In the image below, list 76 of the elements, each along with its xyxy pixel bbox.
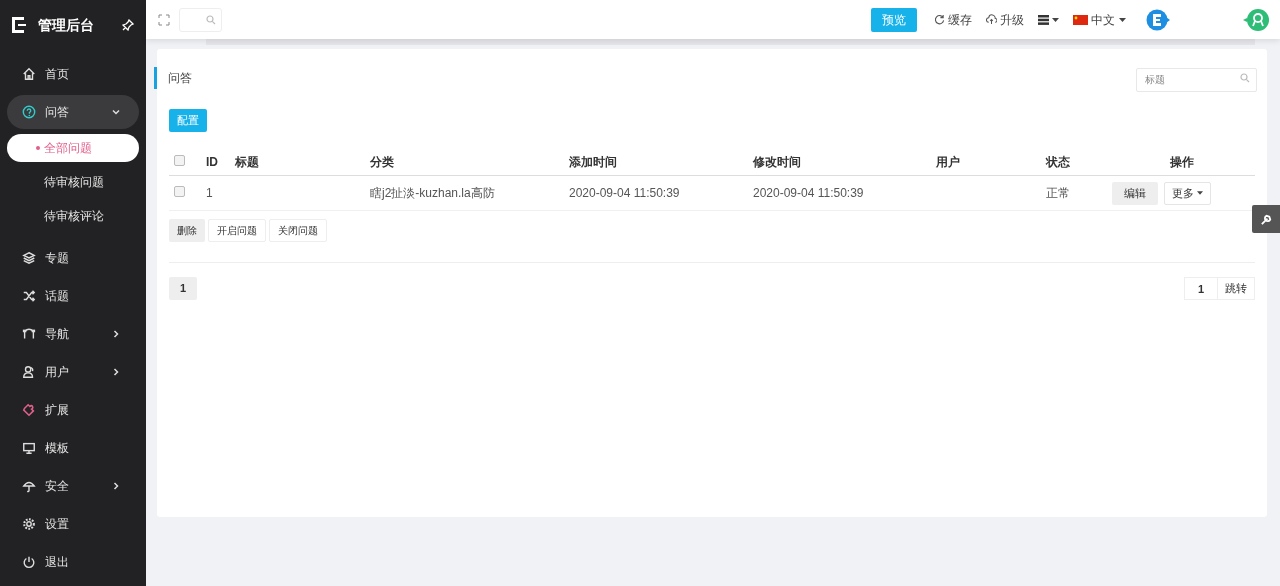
- puzzle-icon: [22, 403, 36, 417]
- layers-icon: [22, 251, 36, 265]
- delete-button[interactable]: 删除: [169, 219, 205, 242]
- refresh-icon: [934, 14, 945, 25]
- column-header: 添加时间: [569, 155, 617, 169]
- home-icon: [22, 67, 36, 81]
- power-icon: [22, 555, 36, 569]
- settings-icon: [22, 517, 36, 531]
- language-button[interactable]: 中文: [1073, 10, 1126, 29]
- badge-icon: [1242, 7, 1270, 32]
- caret-icon: [1052, 17, 1059, 22]
- brand-title: 管理后台: [38, 15, 95, 35]
- search-icon: [206, 14, 216, 25]
- cloud-icon: [986, 14, 997, 25]
- sidebar-item[interactable]: 问答: [7, 95, 139, 129]
- more-button[interactable]: 更多: [1164, 181, 1211, 205]
- pin-icon: [122, 19, 134, 31]
- column-header: 修改时间: [753, 155, 801, 169]
- column-header: 用户: [936, 155, 960, 169]
- chevron-right-icon: [111, 367, 121, 377]
- sidebar-item[interactable]: 话题: [7, 279, 139, 313]
- column-header: ID: [206, 155, 218, 169]
- help-icon: [22, 105, 36, 119]
- edit-button[interactable]: 编辑: [1112, 181, 1158, 205]
- chevron-right-icon: [111, 481, 121, 491]
- upgrade-button[interactable]: 升级: [986, 10, 1024, 29]
- table-cell: 2020-09-04 11:50:39: [569, 186, 680, 200]
- menu-icon: [1038, 14, 1049, 25]
- cache-button[interactable]: 缓存: [934, 10, 972, 29]
- search-field[interactable]: [179, 7, 222, 32]
- action-button[interactable]: 关闭问题: [269, 219, 327, 242]
- jump-button[interactable]: 跳转: [1218, 277, 1255, 300]
- sidebar-subitem[interactable]: 待审核评论: [7, 202, 139, 230]
- sidebar-item[interactable]: 安全: [7, 469, 139, 503]
- caret-icon: [1197, 191, 1203, 195]
- users-icon: [22, 365, 36, 379]
- monitor-icon: [22, 441, 36, 455]
- curve-icon: [22, 327, 36, 341]
- table-cell: 1: [206, 186, 213, 200]
- caret-icon: [1119, 17, 1126, 22]
- page-input[interactable]: 1: [1184, 277, 1218, 300]
- page-button[interactable]: 1: [169, 277, 197, 300]
- table-cell: 2020-09-04 11:50:39: [753, 186, 864, 200]
- action-button[interactable]: 开启问题: [208, 219, 266, 242]
- chevron-right-icon: [111, 329, 121, 339]
- flag-icon: [1073, 14, 1088, 25]
- checkbox[interactable]: [174, 186, 185, 197]
- sidebar-item[interactable]: 用户: [7, 355, 139, 389]
- column-header: 分类: [370, 155, 394, 169]
- sidebar-subitem[interactable]: 全部问题: [7, 134, 139, 162]
- wrench-icon: [1259, 212, 1273, 226]
- sidebar-item[interactable]: 首页: [7, 57, 139, 91]
- chevron-down-icon: [111, 107, 121, 117]
- logo-icon: [9, 15, 29, 35]
- table-cell: 瞎j2扯淡-kuzhan.la高防: [370, 186, 495, 200]
- column-header: 操作: [1169, 155, 1194, 169]
- sidebar-item[interactable]: 模板: [7, 431, 139, 465]
- sidebar-subitem[interactable]: 待审核问题: [7, 168, 139, 196]
- table-cell: 正常: [1046, 186, 1070, 200]
- sidebar-item[interactable]: 专题: [7, 241, 139, 275]
- sidebar-item[interactable]: 退出: [7, 545, 139, 579]
- fullscreen-icon: [158, 13, 170, 26]
- search-field[interactable]: 标题: [1136, 67, 1257, 92]
- avatar-icon: [1146, 8, 1170, 31]
- tool-button[interactable]: [1252, 205, 1280, 233]
- umbrella-icon: [22, 479, 36, 493]
- shuffle-icon: [22, 289, 36, 303]
- sidebar-item[interactable]: 导航: [7, 317, 139, 351]
- sidebar-item[interactable]: 扩展: [7, 393, 139, 427]
- search-icon: [1240, 73, 1250, 83]
- column-header: 状态: [1046, 155, 1070, 169]
- menu-button[interactable]: [1038, 14, 1059, 25]
- section-title: 问答: [168, 70, 193, 87]
- sidebar-item[interactable]: 设置: [7, 507, 139, 541]
- column-header: 标题: [235, 155, 259, 169]
- checkbox[interactable]: [174, 155, 185, 166]
